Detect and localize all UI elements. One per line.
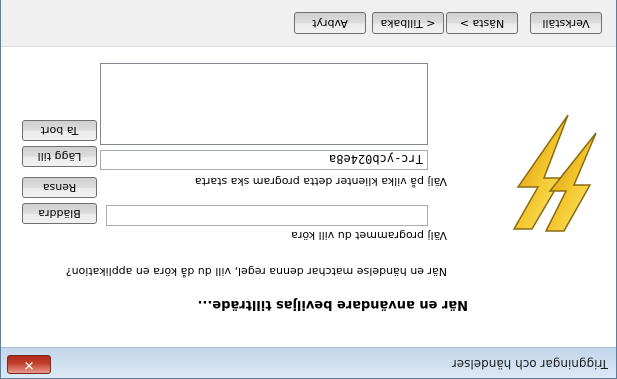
clients-label: Välj på vilka klienter detta program ska… <box>194 175 447 188</box>
browse-button[interactable]: Bläddra <box>22 203 97 224</box>
clear-button[interactable]: Rensa <box>22 177 97 198</box>
back-button-label: < Tillbaka <box>380 17 436 30</box>
client-field-value: Trc-ycb024e8a <box>329 152 423 166</box>
page-heading: När en användare beviljas tillträde... <box>197 297 468 312</box>
cancel-button[interactable]: Avbryt <box>294 12 366 34</box>
execute-button-label: Verkställ <box>542 17 590 30</box>
execute-button[interactable]: Verkställ <box>530 12 602 34</box>
next-button[interactable]: Nästa > <box>446 12 518 34</box>
dialog-window: Triggningar och händelser ✕ När en använ… <box>0 0 617 379</box>
window-title: Triggningar och händelser <box>451 357 608 371</box>
client-list[interactable] <box>100 63 428 145</box>
close-icon: ✕ <box>23 357 35 372</box>
program-field[interactable] <box>106 205 428 226</box>
back-button[interactable]: < Tillbaka <box>372 12 444 34</box>
cancel-button-label: Avbryt <box>312 17 348 30</box>
add-client-button[interactable]: Lägg till <box>22 146 97 167</box>
remove-client-button-label: Ta bort <box>40 124 79 137</box>
program-label: Välj programmet du vill köra <box>291 229 447 242</box>
client-field[interactable]: Trc-ycb024e8a <box>100 150 428 170</box>
title-bar[interactable]: Triggningar och händelser ✕ <box>1 347 616 378</box>
browse-button-label: Bläddra <box>38 207 81 220</box>
button-bar: Verkställ Nästa > < Tillbaka Avbryt <box>1 0 616 47</box>
add-client-button-label: Lägg till <box>37 150 82 163</box>
clear-button-label: Rensa <box>42 181 77 194</box>
stage: Triggningar och händelser ✕ När en använ… <box>0 0 617 379</box>
next-button-label: Nästa > <box>459 17 505 30</box>
close-button[interactable]: ✕ <box>7 355 51 374</box>
remove-client-button[interactable]: Ta bort <box>22 120 97 141</box>
lightning-bolt-icon <box>512 114 597 232</box>
question-text: När en händelse matchar denna regel, vil… <box>65 265 447 278</box>
